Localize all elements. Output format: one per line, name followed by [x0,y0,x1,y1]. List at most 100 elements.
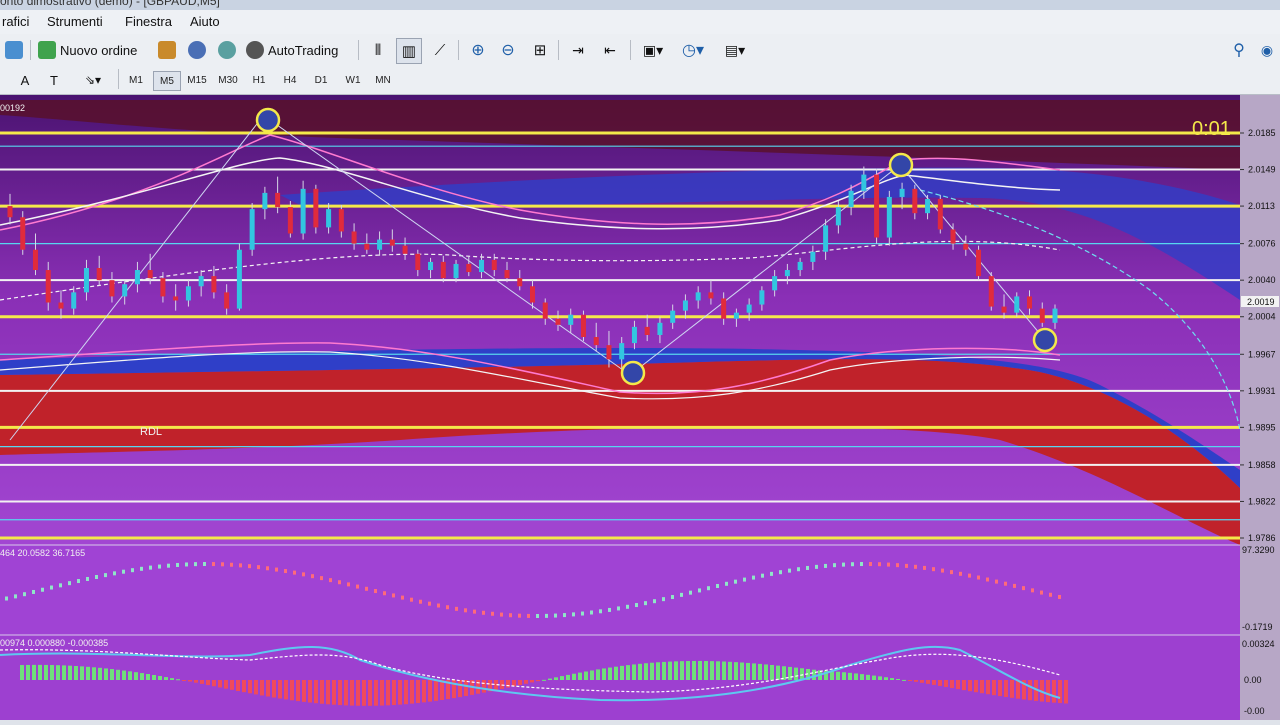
candle-body [122,284,128,297]
macd-bar [506,680,510,688]
rdl-label: RDL [140,426,162,438]
candle-body [886,196,892,238]
indicator1-dot [959,571,962,576]
timeframe-m15[interactable]: M15 [184,71,210,89]
indicator1-dot [77,579,80,584]
macd-bar [362,680,366,706]
autotrading-button[interactable]: AutoTrading [246,38,350,62]
indicator1-dot [734,579,737,584]
indicator1-dot [122,569,125,574]
indicator1-dot [59,583,62,588]
candle-body [682,300,688,311]
macd-bar [620,665,624,680]
macd-bar [224,680,228,689]
macd-bar [302,680,306,702]
timeframe-h4[interactable]: H4 [277,71,303,89]
navigator-icon[interactable] [186,38,208,62]
timeframe-m30[interactable]: M30 [215,71,241,89]
macd-bar [986,680,990,695]
indicator1-dot [752,575,755,580]
macd-bar [890,678,894,680]
macd-bar [188,680,192,682]
candle-body [670,310,676,323]
macd-bar [866,674,870,680]
periods-icon[interactable]: ◷▾ [676,38,710,62]
market-watch-icon[interactable] [156,38,178,62]
macd-bar [998,680,1002,697]
candle-body [45,270,51,303]
indicator1-dot [248,564,251,569]
macd-bar [176,679,180,681]
candle-body [198,276,204,287]
text-label-icon[interactable]: T [46,68,62,92]
indicator2-values: 00974 0.000880 -0.000385 [0,638,108,648]
macd-bar [662,661,666,680]
indicator1-dot [1040,590,1043,595]
zoom-in-icon[interactable]: ⊕ [466,38,490,62]
menu-window[interactable]: Finestra [125,14,172,29]
macd-bar [560,676,564,680]
macd-bar [284,680,288,700]
timeframe-w1[interactable]: W1 [340,71,366,89]
macd-bar [656,662,660,680]
auto-scroll-icon[interactable]: ⇤ [598,38,622,62]
search-icon[interactable]: ⚲ [1228,38,1250,62]
macd-bar [344,680,348,706]
indicator1-dot [302,572,305,577]
indicator1-dot [806,565,809,570]
indicator2-scale-bottom: -0.00 [1244,706,1265,716]
macd-bar [860,674,864,680]
macd-bar [134,672,138,680]
macd-bar [272,680,276,698]
text-tool-icon[interactable]: A [18,68,32,92]
top-left-value: 00192 [0,103,25,113]
chart-window[interactable]: 0:01 RDL 00192 2.0185 2.0149 2.0113 2.0076 2… [0,95,1280,720]
line-chart-icon[interactable]: ⟋ [428,38,452,62]
timeframe-mn[interactable]: MN [370,71,396,89]
timeframe-d1[interactable]: D1 [308,71,334,89]
macd-bar [1046,680,1050,703]
terminal-icon[interactable] [216,38,238,62]
indicator1-dot [797,567,800,572]
indicator1-dot [725,581,728,586]
macd-bar [116,669,120,680]
candle-body [542,302,548,319]
candle-body [657,322,663,335]
user-icon[interactable]: ◉ [1256,38,1278,62]
price-tick-label: 2.0185 [1248,128,1276,138]
indicator1-dot [1013,583,1016,588]
macd-bar [104,668,108,680]
timeframe-h1[interactable]: H1 [246,71,272,89]
menu-charts[interactable]: rafici [2,14,29,29]
indicator1-dot [365,586,368,591]
timeframe-m1[interactable]: M1 [123,71,149,89]
macd-bar [128,671,132,680]
macd-bar [554,677,558,680]
fractal-low-marker [620,360,646,386]
fractal-low-marker [1032,327,1058,353]
candlestick-icon[interactable]: ▥ [396,38,422,64]
timeframe-m5[interactable]: M5 [153,71,181,91]
tile-windows-icon[interactable]: ⊞ [528,38,552,62]
arrows-icon[interactable]: ⇘▾ [78,68,108,92]
profiles-icon[interactable] [2,38,26,62]
bar-chart-icon[interactable]: ⫴ [366,38,390,62]
candle-body [224,292,230,309]
new-order-button[interactable]: Nuovo ordine [38,38,148,62]
macd-bar [530,680,534,683]
templates-icon[interactable]: ▤▾ [718,38,752,62]
candle-body [772,276,778,291]
candle-body [428,261,434,271]
macd-bar [686,661,690,680]
macd-bar [266,680,270,697]
macd-bar [1058,680,1062,704]
chart-shift-icon[interactable]: ⇥ [566,38,590,62]
indicator1-dot [383,591,386,596]
indicators-icon[interactable]: ▣▾ [638,38,668,62]
menu-help[interactable]: Aiuto [190,14,220,29]
indicator1-pane [0,545,1240,635]
candle-body [211,276,217,293]
macd-bar [68,665,72,680]
menu-tools[interactable]: Strumenti [47,14,103,29]
zoom-out-icon[interactable]: ⊖ [496,38,520,62]
